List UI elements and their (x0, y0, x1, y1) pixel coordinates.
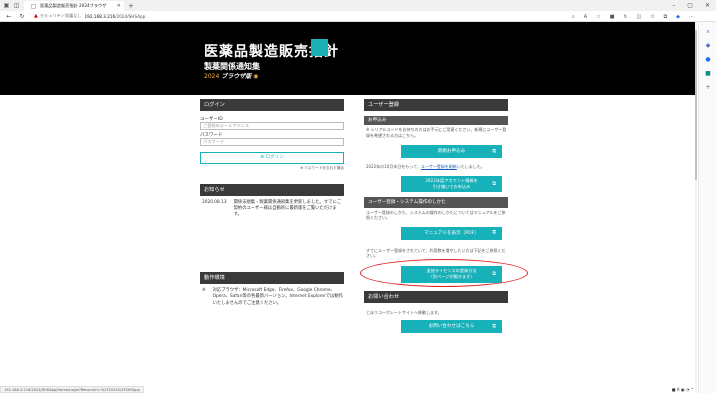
contact-heading: お問い合わせ (364, 290, 508, 303)
login-button[interactable]: ⊕ ログイン (200, 152, 344, 164)
contact-note: じほうコーポレートサイトへ移動します。 (366, 309, 442, 315)
add-sidebar-icon[interactable]: + (699, 84, 716, 92)
renewal-notice: 2022年の10月末日をもって、ユーザー登録を刷新いたしました。 (366, 164, 485, 169)
news-date: 2020.08.13 (202, 199, 227, 205)
user-id-input[interactable]: ご登録のメールアドレス (200, 122, 344, 130)
status-bar-url: 192.168.3.216/2024/SHSApp/Home/Login?Ret… (0, 386, 144, 393)
browser-edition-icon: ◉ (253, 73, 259, 80)
contact-button[interactable]: お問い合わせはこちら ⧉ (401, 320, 502, 333)
login-heading: ログイン (200, 99, 344, 111)
renewal-link[interactable]: ユーザー登録を刷新 (421, 164, 457, 169)
close-tab-icon[interactable]: ✕ (117, 3, 121, 9)
read-aloud-icon[interactable]: A (584, 14, 587, 20)
address-bar: ← ↻ ▲ セキュリティ保護なし 192.168.3.216/2024/SHSA… (0, 11, 716, 22)
favorite-icon[interactable]: ☆ (596, 14, 600, 20)
forgot-password-link[interactable]: ⊕ パスワードを忘れた場合 (200, 166, 344, 172)
refresh-icon[interactable]: ↻ (18, 13, 26, 20)
external-link-icon: ⧉ (492, 229, 496, 236)
news-text: 関係法規集・製薬関係通知集を更新しました。すでにご契約のユーザー様は自動的に最新… (233, 199, 341, 217)
games-icon[interactable]: ● (699, 56, 716, 64)
minimize-icon[interactable]: – (672, 2, 675, 9)
env-text: 対応ブラウザ：Microsoft Edge、Firefox、Google Chr… (212, 288, 343, 306)
extension-icon[interactable]: ■ (610, 14, 615, 20)
warning-icon[interactable]: ▲ (34, 13, 38, 19)
howto-heading: ユーザー登録・システム操作のしかた (364, 196, 508, 208)
license-note: すでにユーザー登録をされていて、利用数を増やしたい方は下記をご参照ください。 (366, 247, 506, 259)
news-item: 2020.08.13 関係法規集・製薬関係通知集を更新しました。すでにご契約のユ… (200, 196, 344, 219)
window-controls: – ▢ ✕ (672, 0, 714, 11)
tab-actions-icon[interactable]: ◫ (13, 2, 20, 9)
more-icon[interactable]: ⋯ (689, 14, 694, 20)
page-icon: ▢ (30, 2, 37, 10)
outlook-icon[interactable]: ■ (699, 70, 716, 78)
password-input[interactable]: パスワード (200, 138, 344, 146)
migrate-apply-button[interactable]: 2022年度アカウント情報を 引き継いでお申込み ⧉ (401, 175, 502, 192)
external-link-icon: ⧉ (492, 148, 496, 154)
security-label[interactable]: セキュリティ保護なし (40, 13, 82, 19)
refresh-extension-icon[interactable]: ↻ (623, 14, 627, 20)
howto-note: ユーザー登録のしかた、システムの操作のしかたについてはマニュアルをご参照ください… (366, 209, 506, 221)
right-column: ユーザー登録 お申込み ※ シリアルコードをお持ちの方はお手元にご用意ください。… (364, 99, 508, 333)
hero-banner: 医薬品製造販売指針 製薬関係通知集 2024 ブラウザ版 ◉ (0, 22, 695, 95)
news-heading: お知らせ (200, 183, 344, 196)
tab-strip: ▣ ◫ ▢ 医薬品製造販売指針 2024ブラウザ ✕ + – ▢ ✕ (0, 0, 716, 11)
page: 医薬品製造販売指針 製薬関係通知集 2024 ブラウザ版 ◉ ログイン ユーザー… (0, 22, 695, 393)
highlight-annotation (360, 259, 528, 287)
url-field[interactable]: 192.168.3.216/2024/SHSApp (84, 14, 145, 19)
tab-title: 医薬品製造販売指針 2024ブラウザ (40, 3, 107, 8)
edition-label: 2024 ブラウザ版 ◉ (204, 73, 259, 80)
shopping-icon[interactable]: ◆ (699, 42, 716, 50)
new-apply-button[interactable]: 新規お申込み ⧉ (401, 145, 502, 158)
edge-sidebar: ⌕ ◆ ● ■ + (698, 22, 716, 393)
login-icon: ⊕ (260, 155, 264, 160)
apply-heading: お申込み (364, 116, 508, 125)
brand-square (311, 39, 328, 56)
browser-toolbar: ⌕ A ☆ ■ ↻ ◫ ✩ ⧉ ◆ ⋯ (572, 11, 694, 22)
collections-icon[interactable]: ⧉ (664, 14, 668, 20)
url-path: /2024/SHSApp (115, 13, 146, 19)
external-link-icon: ⧉ (492, 323, 496, 329)
browser-tab[interactable]: ▢ 医薬品製造販売指針 2024ブラウザ ✕ (24, 1, 124, 11)
bullet: ※ (202, 288, 206, 294)
new-tab-icon[interactable]: + (128, 2, 134, 10)
copilot-icon[interactable]: ◆ (676, 14, 680, 20)
env-heading: 動作環境 (200, 272, 344, 285)
browser-profile-icon[interactable]: ▣ (3, 2, 10, 9)
register-heading: ユーザー登録 (364, 99, 508, 111)
url-host: 192.168.3.216 (84, 13, 116, 19)
favorites-bar-icon[interactable]: ✩ (650, 14, 654, 20)
zoom-icon[interactable]: ⌕ (572, 14, 575, 20)
back-icon[interactable]: ← (5, 13, 13, 20)
apply-note: ※ シリアルコードをお持ちの方はお手元にご用意ください。新規にユーザー登録を希望… (366, 127, 507, 138)
external-link-icon: ⧉ (492, 180, 496, 187)
maximize-icon[interactable]: ▢ (687, 2, 693, 9)
search-icon[interactable]: ⌕ (699, 28, 716, 36)
system-tray-icons: ■ A ▣ ◔ ⌃ (671, 387, 694, 392)
close-window-icon[interactable]: ✕ (705, 2, 710, 9)
manual-button[interactable]: マニュアルを表示（PDF） ⧉ (401, 226, 502, 240)
env-item: ※ 対応ブラウザ：Microsoft Edge、Firefox、Google C… (200, 284, 344, 307)
left-column: ログイン ユーザーID ご登録のメールアドレス パスワード パスワード ⊕ ログ… (200, 99, 344, 307)
split-screen-icon[interactable]: ◫ (637, 14, 642, 20)
